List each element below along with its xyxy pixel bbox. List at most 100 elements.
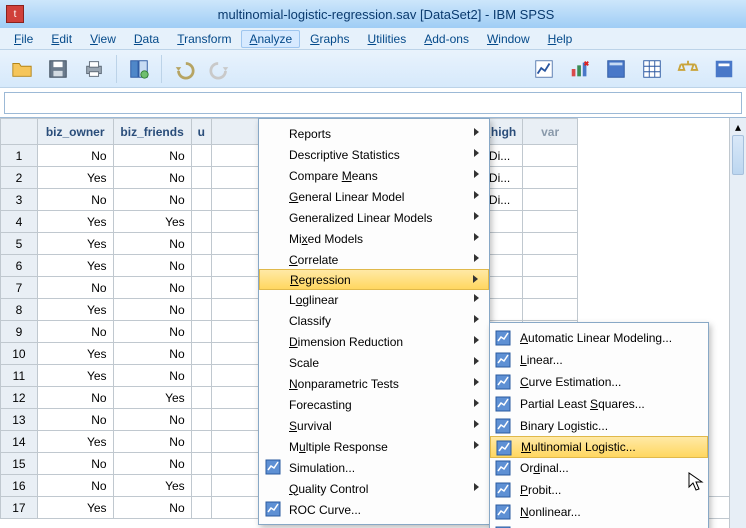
row-header[interactable]: 10 bbox=[1, 343, 38, 365]
cell[interactable]: Yes bbox=[37, 255, 113, 277]
menu-item-descriptive-statistics[interactable]: Descriptive Statistics bbox=[259, 144, 489, 165]
cell[interactable]: No bbox=[37, 387, 113, 409]
menu-analyze[interactable]: Analyze bbox=[241, 30, 300, 48]
cell[interactable]: No bbox=[37, 475, 113, 497]
cell[interactable] bbox=[523, 233, 578, 255]
row-header[interactable]: 4 bbox=[1, 211, 38, 233]
redo-button[interactable] bbox=[204, 54, 236, 84]
submenu-item-partial-least-squares-[interactable]: Partial Least Squares... bbox=[490, 393, 708, 415]
row-header[interactable]: 14 bbox=[1, 431, 38, 453]
cell[interactable]: No bbox=[113, 233, 191, 255]
cell[interactable]: No bbox=[113, 497, 191, 519]
row-header[interactable]: 13 bbox=[1, 409, 38, 431]
submenu-item-multinomial-logistic-[interactable]: Multinomial Logistic... bbox=[490, 436, 708, 458]
more-button[interactable] bbox=[708, 54, 740, 84]
cell[interactable]: No bbox=[37, 453, 113, 475]
undo-button[interactable] bbox=[168, 54, 200, 84]
cell[interactable]: No bbox=[113, 343, 191, 365]
menu-item-correlate[interactable]: Correlate bbox=[259, 249, 489, 270]
row-header[interactable]: 7 bbox=[1, 277, 38, 299]
cell[interactable] bbox=[523, 255, 578, 277]
cell[interactable]: No bbox=[37, 409, 113, 431]
save-button[interactable] bbox=[42, 54, 74, 84]
data-view-button[interactable] bbox=[123, 54, 155, 84]
menu-item-classify[interactable]: Classify bbox=[259, 310, 489, 331]
cell[interactable]: Yes bbox=[113, 475, 191, 497]
menu-transform[interactable]: Transform bbox=[169, 30, 239, 48]
submenu-item-ordinal-[interactable]: Ordinal... bbox=[490, 457, 708, 479]
cell[interactable]: No bbox=[37, 277, 113, 299]
menu-window[interactable]: Window bbox=[479, 30, 538, 48]
cell[interactable] bbox=[523, 277, 578, 299]
cell[interactable]: Yes bbox=[37, 211, 113, 233]
cell[interactable] bbox=[523, 211, 578, 233]
cell[interactable]: No bbox=[113, 277, 191, 299]
print-button[interactable] bbox=[78, 54, 110, 84]
regression-submenu[interactable]: Automatic Linear Modeling...Linear...Cur… bbox=[489, 322, 709, 528]
row-header[interactable]: 8 bbox=[1, 299, 38, 321]
cell[interactable]: Yes bbox=[37, 431, 113, 453]
cell[interactable] bbox=[523, 167, 578, 189]
submenu-item-automatic-linear-modeling-[interactable]: Automatic Linear Modeling... bbox=[490, 327, 708, 349]
menu-item-multiple-response[interactable]: Multiple Response bbox=[259, 436, 489, 457]
row-header[interactable]: 15 bbox=[1, 453, 38, 475]
menu-item-forecasting[interactable]: Forecasting bbox=[259, 394, 489, 415]
column-header-empty[interactable]: var bbox=[523, 119, 578, 145]
cell[interactable]: No bbox=[37, 145, 113, 167]
chart-button-3[interactable] bbox=[600, 54, 632, 84]
menu-item-mixed-models[interactable]: Mixed Models bbox=[259, 228, 489, 249]
chart-button-2[interactable] bbox=[564, 54, 596, 84]
cell[interactable]: Yes bbox=[37, 497, 113, 519]
menu-item-quality-control[interactable]: Quality Control bbox=[259, 478, 489, 499]
cell[interactable]: No bbox=[113, 409, 191, 431]
column-header[interactable]: biz_friends bbox=[113, 119, 191, 145]
vertical-scrollbar[interactable]: ▴ bbox=[729, 118, 746, 528]
cell[interactable] bbox=[523, 299, 578, 321]
scroll-up-icon[interactable]: ▴ bbox=[730, 118, 746, 135]
submenu-item-nonlinear-[interactable]: Nonlinear... bbox=[490, 501, 708, 523]
menu-item-dimension-reduction[interactable]: Dimension Reduction bbox=[259, 331, 489, 352]
column-header[interactable]: biz_owner bbox=[37, 119, 113, 145]
submenu-item-weight-estimation-[interactable]: Weight Estimation... bbox=[490, 523, 708, 528]
menu-add-ons[interactable]: Add-ons bbox=[416, 30, 477, 48]
cell[interactable]: No bbox=[113, 321, 191, 343]
cell[interactable]: No bbox=[113, 431, 191, 453]
cell[interactable]: No bbox=[37, 189, 113, 211]
cell[interactable]: Yes bbox=[113, 211, 191, 233]
row-header[interactable]: 1 bbox=[1, 145, 38, 167]
open-button[interactable] bbox=[6, 54, 38, 84]
menu-utilities[interactable]: Utilities bbox=[360, 30, 415, 48]
row-header[interactable]: 11 bbox=[1, 365, 38, 387]
menu-item-survival[interactable]: Survival bbox=[259, 415, 489, 436]
row-header[interactable]: 16 bbox=[1, 475, 38, 497]
menu-item-generalized-linear-models[interactable]: Generalized Linear Models bbox=[259, 207, 489, 228]
menu-help[interactable]: Help bbox=[540, 30, 581, 48]
cell[interactable]: No bbox=[113, 299, 191, 321]
cell[interactable]: No bbox=[113, 365, 191, 387]
row-header[interactable]: 5 bbox=[1, 233, 38, 255]
menu-item-compare-means[interactable]: Compare Means bbox=[259, 165, 489, 186]
cell[interactable] bbox=[523, 189, 578, 211]
menu-file[interactable]: File bbox=[6, 30, 41, 48]
column-header-partial[interactable]: u bbox=[191, 119, 211, 145]
scroll-thumb[interactable] bbox=[732, 135, 744, 175]
cell[interactable]: No bbox=[113, 453, 191, 475]
menu-item-reports[interactable]: Reports bbox=[259, 123, 489, 144]
cell[interactable]: Yes bbox=[113, 387, 191, 409]
row-header[interactable]: 3 bbox=[1, 189, 38, 211]
menu-view[interactable]: View bbox=[82, 30, 124, 48]
cell[interactable]: Yes bbox=[37, 343, 113, 365]
cell[interactable] bbox=[523, 145, 578, 167]
cell[interactable]: Yes bbox=[37, 299, 113, 321]
formula-input[interactable] bbox=[4, 92, 742, 114]
menu-item-scale[interactable]: Scale bbox=[259, 352, 489, 373]
cell[interactable]: No bbox=[37, 321, 113, 343]
menu-item-general-linear-model[interactable]: General Linear Model bbox=[259, 186, 489, 207]
chart-button-1[interactable] bbox=[528, 54, 560, 84]
menu-item-regression[interactable]: Regression bbox=[259, 269, 489, 290]
cell[interactable]: Yes bbox=[37, 365, 113, 387]
menu-data[interactable]: Data bbox=[126, 30, 167, 48]
row-header[interactable]: 9 bbox=[1, 321, 38, 343]
menu-graphs[interactable]: Graphs bbox=[302, 30, 357, 48]
submenu-item-probit-[interactable]: Probit... bbox=[490, 479, 708, 501]
